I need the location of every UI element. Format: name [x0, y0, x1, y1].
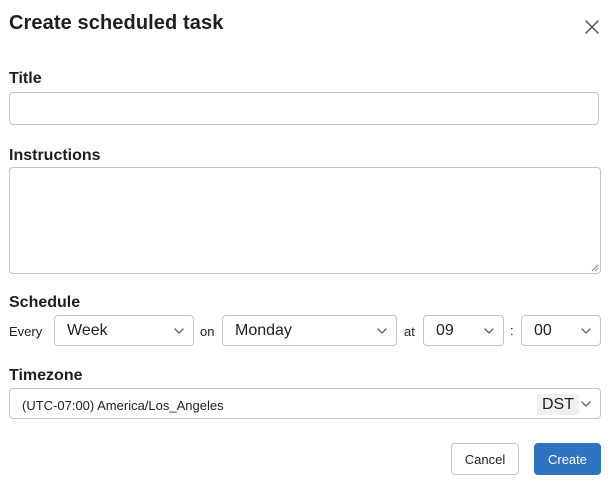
dst-badge: DST	[537, 394, 579, 415]
hour-select[interactable]: 09	[423, 315, 504, 346]
minute-select[interactable]: 00	[521, 315, 601, 346]
chevron-down-icon	[581, 401, 591, 407]
at-text: at	[404, 324, 415, 339]
chevron-down-icon	[377, 328, 387, 334]
timezone-select[interactable]: (UTC-07:00) America/Los_Angeles DST	[9, 388, 601, 419]
day-select[interactable]: Monday	[222, 315, 397, 346]
chevron-down-icon	[581, 328, 591, 334]
chevron-down-icon	[174, 328, 184, 334]
time-separator: :	[510, 323, 514, 338]
instructions-label: Instructions	[9, 147, 101, 164]
cancel-button[interactable]: Cancel	[451, 443, 519, 475]
timezone-label: Timezone	[9, 367, 83, 384]
close-icon	[585, 20, 599, 34]
chevron-down-icon	[484, 328, 494, 334]
frequency-select[interactable]: Week	[54, 315, 194, 346]
timezone-value: (UTC-07:00) America/Los_Angeles	[22, 398, 224, 413]
title-input[interactable]	[9, 92, 599, 125]
minute-value: 00	[534, 321, 552, 339]
frequency-value: Week	[67, 321, 108, 339]
hour-value: 09	[436, 321, 454, 339]
close-button[interactable]	[580, 15, 604, 39]
create-button[interactable]: Create	[534, 443, 601, 475]
resize-grip-icon[interactable]	[590, 263, 599, 272]
on-text: on	[200, 324, 215, 339]
title-label: Title	[9, 70, 42, 87]
dialog-title: Create scheduled task	[9, 12, 224, 34]
day-value: Monday	[235, 321, 292, 339]
create-scheduled-task-dialog: Create scheduled task Title Instructions…	[0, 0, 615, 488]
every-text: Every	[9, 324, 43, 339]
instructions-textarea[interactable]	[9, 167, 601, 274]
schedule-label: Schedule	[9, 294, 81, 311]
